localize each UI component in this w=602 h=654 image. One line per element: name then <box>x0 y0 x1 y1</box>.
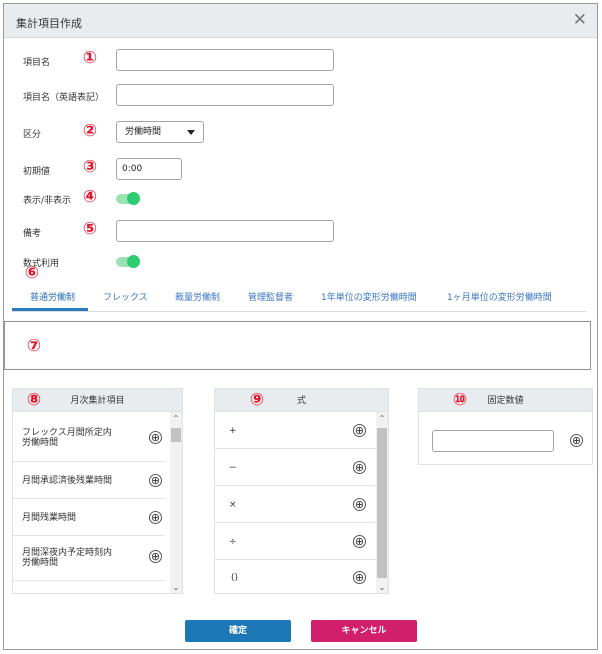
add-icon[interactable]: ⊕ <box>353 498 366 511</box>
tab-yearly-variable[interactable]: 1年単位の変形労働時間 <box>321 290 417 303</box>
item-name-en-label: 項目名（英語表記） <box>23 93 105 103</box>
add-icon[interactable]: ⊕ <box>149 550 162 563</box>
annotation-badge-2: ② <box>82 121 98 141</box>
add-icon[interactable]: ⊕ <box>149 511 162 524</box>
annotation-badge-9: ⑨ <box>249 390 265 410</box>
list-item-label: 労働時間 <box>22 558 59 568</box>
list-item-label: 月間残業時間 <box>22 513 77 523</box>
operator-label: () <box>231 573 239 583</box>
add-icon[interactable]: ⊕ <box>149 474 162 487</box>
note-input[interactable] <box>116 220 334 242</box>
scrollbar-thumb[interactable] <box>171 428 181 442</box>
list-item[interactable]: フレックス月間所定内 労働時間 ⊕ <box>13 412 165 462</box>
annotation-badge-6: ⑥ <box>24 263 40 283</box>
add-icon[interactable]: ⊕ <box>149 431 162 444</box>
list-item-label: 月間承認済後残業時間 <box>22 476 113 486</box>
monthly-panel-title: 月次集計項目 <box>70 396 125 406</box>
add-icon[interactable]: ⊕ <box>353 424 366 437</box>
scroll-down-icon[interactable]: ⌄ <box>172 584 180 592</box>
note-label: 備考 <box>23 229 42 239</box>
initial-value-label: 初期値 <box>23 167 51 177</box>
category-label: 区分 <box>23 130 42 140</box>
dialog-titlebar: 集計項目作成 ✕ <box>4 4 597 38</box>
operator-label: + <box>229 426 237 436</box>
scrollbar-thumb[interactable] <box>377 428 387 578</box>
close-icon[interactable]: ✕ <box>573 10 587 30</box>
list-item[interactable]: 月間残業時間 ⊕ <box>13 499 165 536</box>
toggle-knob <box>127 255 140 268</box>
list-item[interactable]: − ⊕ <box>215 449 375 486</box>
add-icon[interactable]: ⊕ <box>353 461 366 474</box>
annotation-badge-10: ⑩ <box>452 390 468 410</box>
fixed-panel-title: 固定数値 <box>487 396 524 406</box>
operator-panel-header: 式 <box>214 388 389 412</box>
item-name-label: 項目名 <box>23 58 51 68</box>
monthly-list-scrollbar[interactable]: ⌃ ⌄ <box>170 412 182 593</box>
annotation-badge-8: ⑧ <box>26 390 42 410</box>
operator-list-scrollbar[interactable]: ⌃ ⌄ <box>376 412 388 593</box>
add-icon[interactable]: ⊕ <box>353 571 366 584</box>
operator-panel-title: 式 <box>296 396 306 406</box>
annotation-badge-5: ⑤ <box>82 219 98 239</box>
tab-normal[interactable]: 普通労働制 <box>30 290 75 303</box>
list-item[interactable]: + ⊕ <box>215 412 375 449</box>
annotation-badge-4: ④ <box>82 187 98 207</box>
list-item-label: フレックス月間所定内 <box>22 428 112 438</box>
list-item[interactable]: 月間承認済後残業時間 ⊕ <box>13 462 165 499</box>
initial-value-input[interactable] <box>116 158 182 180</box>
tab-discretionary[interactable]: 裁量労働制 <box>175 290 220 303</box>
visibility-label: 表示/非表示 <box>23 196 72 206</box>
scroll-up-icon[interactable]: ⌃ <box>172 415 180 423</box>
visibility-toggle[interactable] <box>116 192 140 205</box>
formula-use-toggle[interactable] <box>116 255 140 268</box>
operator-label: − <box>229 463 237 473</box>
list-item-label: 月間深夜内予定時刻内 <box>22 548 113 558</box>
category-select[interactable]: 労働時間 <box>116 121 204 143</box>
list-item[interactable]: × ⊕ <box>215 486 375 523</box>
item-name-input[interactable] <box>116 49 334 71</box>
fixed-value-area: ⊕ <box>418 411 593 465</box>
active-tab-indicator <box>12 308 88 311</box>
annotation-badge-7: ⑦ <box>26 336 42 356</box>
add-icon[interactable]: ⊕ <box>570 434 583 447</box>
list-item[interactable]: () ⊕ <box>215 560 375 593</box>
add-icon[interactable]: ⊕ <box>353 535 366 548</box>
dialog-title: 集計項目作成 <box>16 17 82 30</box>
cancel-button[interactable]: キャンセル <box>311 620 417 642</box>
tab-manager[interactable]: 管理監督者 <box>248 290 293 303</box>
item-name-en-input[interactable] <box>116 84 334 106</box>
operator-list: + ⊕ − ⊕ × ⊕ ÷ ⊕ () ⊕ ⌃ ⌄ <box>214 411 389 594</box>
fixed-panel-header: 固定数値 <box>418 388 593 412</box>
labor-system-tabs: 普通労働制 フレックス 裁量労働制 管理監督者 1年単位の変形労働時間 1ヶ月単… <box>12 284 586 312</box>
tab-monthly-variable[interactable]: 1ヶ月単位の変形労働時間 <box>447 290 552 303</box>
operator-label: ÷ <box>229 537 237 547</box>
tab-flex[interactable]: フレックス <box>103 290 148 303</box>
category-select-value: 労働時間 <box>125 127 162 137</box>
formula-area[interactable] <box>4 321 591 370</box>
toggle-knob <box>127 192 140 205</box>
chevron-down-icon <box>187 130 195 135</box>
fixed-value-input[interactable] <box>432 430 554 452</box>
list-item[interactable]: ÷ ⊕ <box>215 523 375 560</box>
list-item-label: 労働時間 <box>22 438 59 448</box>
operator-label: × <box>229 500 237 510</box>
scroll-up-icon[interactable]: ⌃ <box>378 415 386 423</box>
confirm-button[interactable]: 確定 <box>185 620 291 642</box>
annotation-badge-1: ① <box>82 48 98 68</box>
scroll-down-icon[interactable]: ⌄ <box>378 584 386 592</box>
list-item[interactable]: 月間深夜内予定時刻内 労働時間 ⊕ <box>13 536 165 581</box>
monthly-item-list: フレックス月間所定内 労働時間 ⊕ 月間承認済後残業時間 ⊕ 月間残業時間 ⊕ … <box>12 411 183 594</box>
annotation-badge-3: ③ <box>82 157 98 177</box>
